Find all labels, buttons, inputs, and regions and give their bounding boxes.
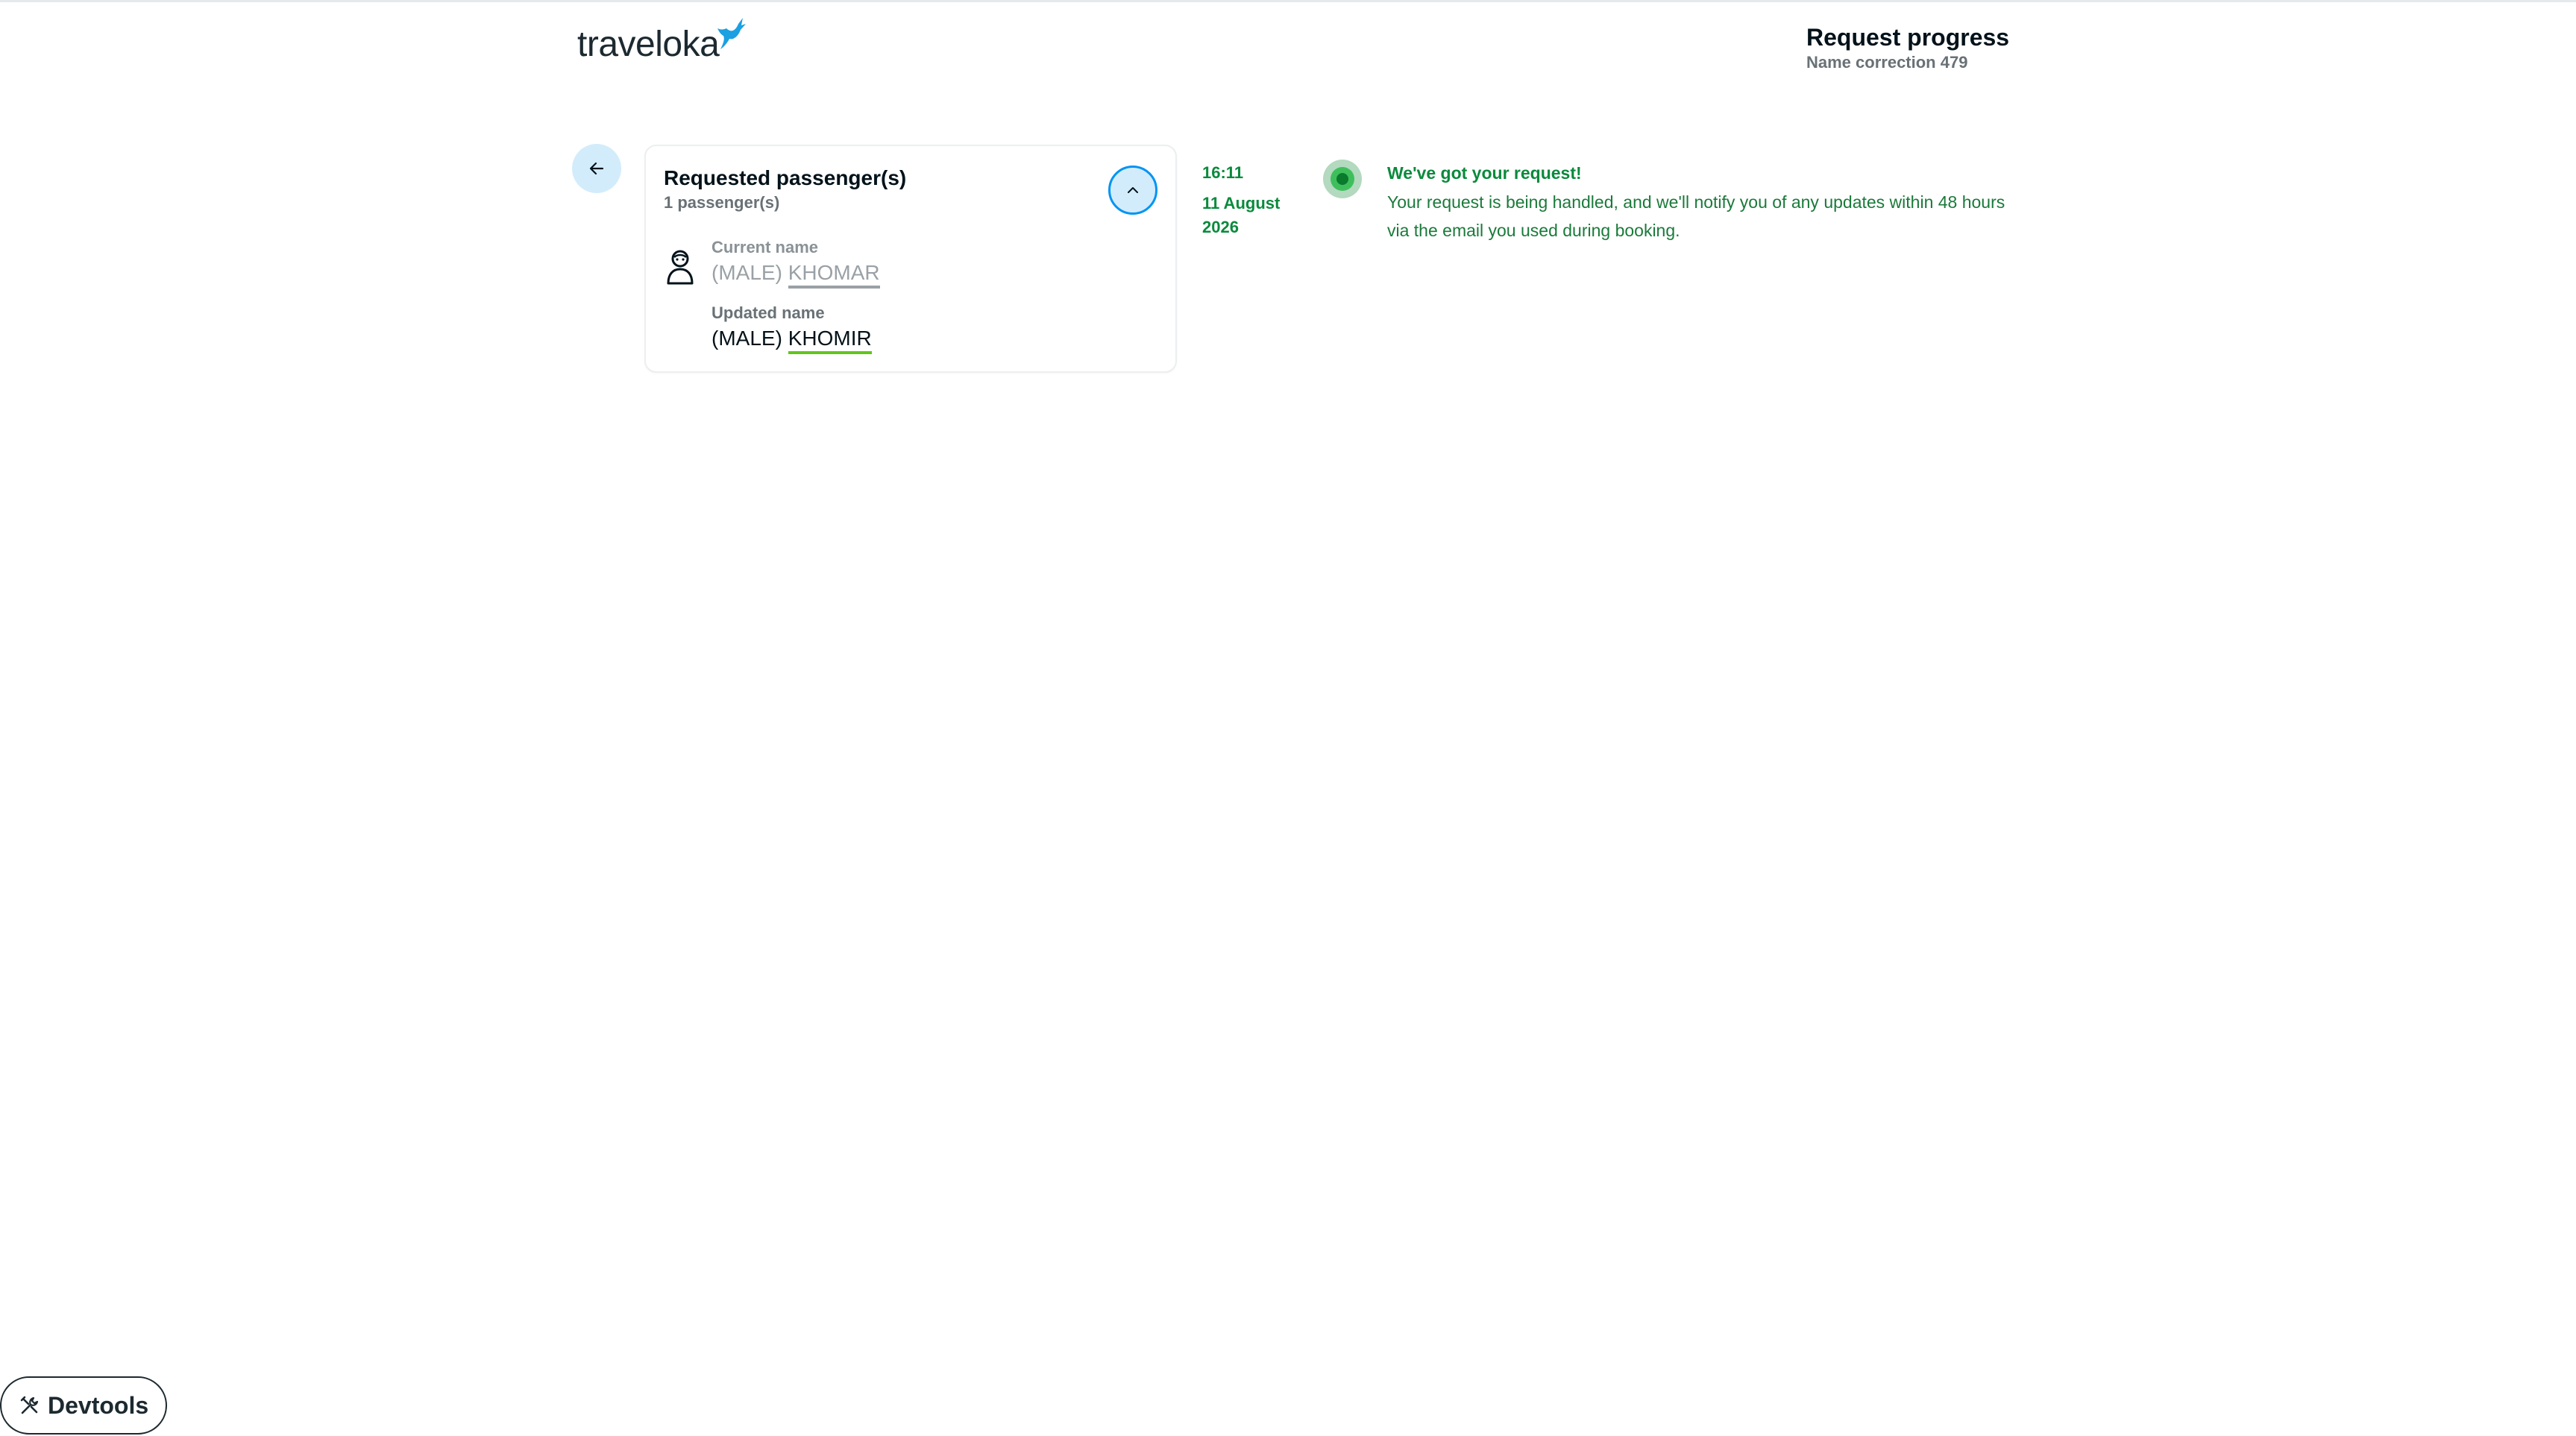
- top-divider: [0, 0, 2576, 2]
- person-icon: [667, 250, 694, 285]
- current-name-prefix: (MALE): [711, 261, 782, 284]
- updated-name-prefix: (MALE): [711, 327, 782, 350]
- back-button[interactable]: [572, 144, 621, 193]
- chevron-up-icon: [1128, 187, 1138, 193]
- page-subtitle: Name correction 479: [1806, 53, 1968, 72]
- updated-surname: KHOMIR: [788, 327, 872, 354]
- current-name-value: (MALE) KHOMAR: [711, 259, 880, 289]
- tools-icon: [20, 1396, 39, 1414]
- status-dot-icon: [1323, 160, 1362, 198]
- passenger-count: 1 passenger(s): [664, 193, 780, 212]
- status-dot-core: [1336, 173, 1348, 185]
- traveloka-logo[interactable]: traveloka: [577, 16, 747, 73]
- arrow-left-icon: [589, 162, 604, 175]
- current-name-label: Current name: [711, 238, 819, 256]
- logo-text: traveloka: [577, 25, 720, 64]
- devtools-button[interactable]: Devtools: [0, 1376, 167, 1435]
- status-dot-inner: [1331, 167, 1354, 191]
- devtools-label: Devtools: [48, 1391, 149, 1419]
- request-header: Request progress Name correction 479: [1806, 22, 2009, 73]
- page-title: Request progress: [1806, 24, 2010, 51]
- collapse-button[interactable]: [1108, 166, 1157, 215]
- timeline-time: 16:11: [1202, 163, 1244, 182]
- requested-passenger-card: Requested passenger(s) 1 passenger(s) Cu…: [644, 145, 1177, 373]
- current-surname: KHOMAR: [788, 261, 880, 289]
- timeline-date: 11 August 2026: [1202, 194, 1281, 236]
- timeline-description: Your request is being handled, and we'll…: [1387, 192, 2005, 240]
- bird-logo-icon: [717, 18, 747, 49]
- updated-name-value: (MALE) KHOMIR: [711, 325, 872, 354]
- card-title: Requested passenger(s): [664, 166, 907, 189]
- timeline-title: We've got your request!: [1387, 163, 1582, 183]
- updated-name-label: Updated name: [711, 303, 825, 322]
